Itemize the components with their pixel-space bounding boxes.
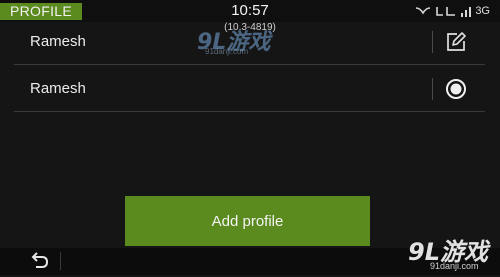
network-type-label: 3G	[475, 5, 490, 17]
status-icons: 3G	[415, 4, 490, 18]
profile-row[interactable]: Ramesh	[14, 67, 485, 112]
signal-bars-icon	[461, 7, 472, 17]
profile-name: Ramesh	[30, 33, 86, 50]
status-wave-icon	[416, 7, 431, 15]
watermark-url: 91danji.com	[430, 261, 479, 271]
edit-icon[interactable]	[444, 30, 468, 54]
seat-icon	[436, 7, 456, 16]
row-divider	[432, 31, 433, 53]
bottom-divider	[60, 252, 61, 270]
profile-row[interactable]: Ramesh	[14, 20, 485, 65]
status-bar: PROFILE 10:57 3G	[0, 0, 500, 22]
add-profile-button[interactable]: Add profile	[125, 196, 370, 246]
bottom-bar	[0, 248, 500, 275]
watermark-url: 91danji.com	[205, 47, 249, 56]
row-divider	[432, 78, 433, 100]
radio-selected-icon[interactable]	[444, 77, 468, 101]
profile-name: Ramesh	[30, 80, 86, 97]
back-arrow-icon[interactable]	[28, 252, 50, 272]
